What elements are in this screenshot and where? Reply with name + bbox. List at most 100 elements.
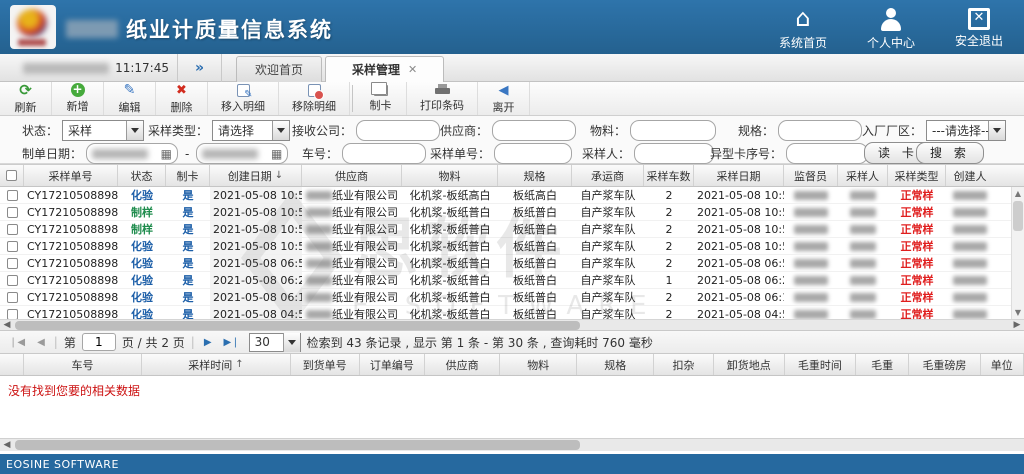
sample-type-select[interactable]: 请选择 [212, 120, 290, 141]
tab-close-icon[interactable]: ✕ [408, 63, 417, 76]
col-arrival-no[interactable]: 到货单号 [291, 354, 360, 375]
col-sample-order-no[interactable]: 采样单号 [24, 165, 118, 186]
row-checkbox[interactable] [7, 241, 18, 252]
select-all-checkbox[interactable] [6, 170, 17, 181]
cell-supplier: 纸业有限公司 [302, 187, 402, 203]
material-input[interactable] [630, 120, 716, 141]
tab-welcome[interactable]: 欢迎首页 [236, 56, 322, 82]
col-unload-place[interactable]: 卸货地点 [714, 354, 785, 375]
col-material2[interactable]: 物料 [500, 354, 577, 375]
col-status[interactable]: 状态 [118, 165, 166, 186]
user-icon [879, 6, 903, 32]
redacted-text [953, 310, 987, 319]
row-checkbox[interactable] [7, 275, 18, 286]
status-select[interactable]: 采样 [62, 120, 144, 141]
cell-carrier: 自产浆车队 [572, 238, 644, 254]
cell-created: 2021-05-08 06:58:3 [210, 255, 302, 271]
date-value-redacted [92, 149, 148, 159]
horizontal-scrollbar-bottom[interactable]: ◀ [0, 438, 1024, 451]
scroll-left-icon[interactable]: ◀ [0, 439, 14, 451]
col-card[interactable]: 制卡 [166, 165, 210, 186]
scroll-right-icon[interactable]: ▶ [1010, 320, 1024, 330]
tab-expander-button[interactable]: » [178, 54, 222, 82]
row-checkbox[interactable] [7, 224, 18, 235]
vehicle-no-input[interactable] [342, 143, 426, 164]
row-checkbox[interactable] [7, 190, 18, 201]
leave-button[interactable]: ◀离开 [478, 82, 530, 115]
horizontal-scrollbar-top[interactable]: ◀ ▶ [0, 319, 1024, 330]
col-gross-time[interactable]: 毛重时间 [785, 354, 856, 375]
col-vehicle-no[interactable]: 车号 [24, 354, 143, 375]
create-date-to-input[interactable]: ▦ [196, 143, 288, 164]
table-row[interactable]: CY172105088982化验是2021-05-08 06:23:1纸业有限公… [0, 272, 1024, 289]
col-creator[interactable]: 创建人 [946, 165, 994, 186]
factory-area-select[interactable]: ---请选择-- [926, 120, 1006, 141]
prev-page-button[interactable]: ◀ [34, 337, 48, 348]
nav-system-home[interactable]: ⌂ 系统首页 [772, 6, 834, 51]
vertical-scroll-thumb[interactable] [1013, 201, 1023, 231]
supplier-input[interactable] [492, 120, 576, 141]
create-date-from-input[interactable]: ▦ [86, 143, 178, 164]
col-material[interactable]: 物料 [402, 165, 498, 186]
row-checkbox[interactable] [7, 309, 18, 320]
col-spec[interactable]: 规格 [498, 165, 572, 186]
row-checkbox[interactable] [7, 292, 18, 303]
search-button[interactable]: 搜 索 [916, 142, 984, 164]
cell-material: 化机浆-板纸普白 [402, 289, 498, 305]
spec-input[interactable] [778, 120, 862, 141]
remove-detail-button[interactable]: 移除明细 [279, 82, 350, 115]
nav-personal-center[interactable]: 个人中心 [860, 6, 922, 51]
add-button[interactable]: +新增 [52, 82, 104, 115]
first-page-button[interactable]: ❘◀ [6, 337, 28, 348]
col-create-date[interactable]: 创建日期↓ [210, 165, 302, 186]
select-all-checkbox-cell[interactable] [0, 165, 24, 186]
table-row[interactable]: CY172105088987化验是2021-05-08 10:59:4纸业有限公… [0, 187, 1024, 204]
col-impurity[interactable]: 扣杂 [654, 354, 713, 375]
next-page-button[interactable]: ▶ [201, 337, 215, 348]
table-row[interactable]: CY172105088983化验是2021-05-08 06:58:3纸业有限公… [0, 255, 1024, 272]
last-page-button[interactable]: ▶❘ [221, 337, 243, 348]
row-checkbox[interactable] [7, 207, 18, 218]
horizontal-scroll-thumb[interactable] [15, 321, 580, 330]
scroll-left-icon[interactable]: ◀ [0, 320, 14, 330]
col-gross-weight[interactable]: 毛重 [856, 354, 909, 375]
receive-company-input[interactable] [356, 120, 440, 141]
table-row[interactable]: CY172105088981化验是2021-05-08 06:16:3纸业有限公… [0, 289, 1024, 306]
col-spec2[interactable]: 规格 [577, 354, 654, 375]
nav-safe-exit[interactable]: 安全退出 [948, 6, 1010, 51]
col-sampler[interactable]: 采样人 [838, 165, 888, 186]
cell-order-no: CY172105088982 [24, 272, 118, 288]
row-checkbox[interactable] [7, 258, 18, 269]
col-supplier[interactable]: 供应商 [302, 165, 402, 186]
col-sample-date[interactable]: 采样日期 [694, 165, 784, 186]
sample-order-no-input[interactable] [494, 143, 572, 164]
table-row[interactable]: CY172105088986制样是2021-05-08 10:59:2纸业有限公… [0, 204, 1024, 221]
col-unit[interactable]: 单位 [981, 354, 1024, 375]
scroll-up-icon[interactable]: ▲ [1012, 187, 1024, 200]
col-carrier[interactable]: 承运商 [572, 165, 644, 186]
scroll-down-icon[interactable]: ▼ [1012, 306, 1024, 319]
col-sample-type[interactable]: 采样类型 [888, 165, 946, 186]
sampler-input[interactable] [634, 143, 714, 164]
table-row[interactable]: CY172105088980化验是2021-05-08 04:52:4纸业有限公… [0, 306, 1024, 319]
make-card-button[interactable]: 制卡 [355, 82, 407, 115]
table-row[interactable]: CY172105088985制样是2021-05-08 10:59:0纸业有限公… [0, 221, 1024, 238]
horizontal-scroll-thumb[interactable] [15, 440, 580, 450]
print-barcode-button[interactable]: 打印条码 [407, 82, 478, 115]
refresh-button[interactable]: ⟳刷新 [0, 82, 52, 115]
page-number-input[interactable] [82, 333, 116, 351]
col-sample-time[interactable]: 采样时间↑ [142, 354, 290, 375]
col-supervisor[interactable]: 监督员 [784, 165, 838, 186]
col-supplier2[interactable]: 供应商 [425, 354, 500, 375]
edit-button[interactable]: ✎编辑 [104, 82, 156, 115]
vertical-scrollbar[interactable]: ▲ ▼ [1011, 187, 1024, 319]
col-vehicle-count[interactable]: 采样车数 [644, 165, 694, 186]
col-order-no[interactable]: 订单编号 [360, 354, 425, 375]
special-card-no-input[interactable] [786, 143, 868, 164]
tab-sampling-management[interactable]: 采样管理 ✕ [325, 56, 444, 82]
table-row[interactable]: CY172105088984化验是2021-05-08 10:53:2纸业有限公… [0, 238, 1024, 255]
delete-button[interactable]: ✖删除 [156, 82, 208, 115]
move-in-detail-button[interactable]: 移入明细 [208, 82, 279, 115]
col-gross-station[interactable]: 毛重磅房 [909, 354, 980, 375]
page-size-select[interactable]: 30 [249, 333, 301, 352]
